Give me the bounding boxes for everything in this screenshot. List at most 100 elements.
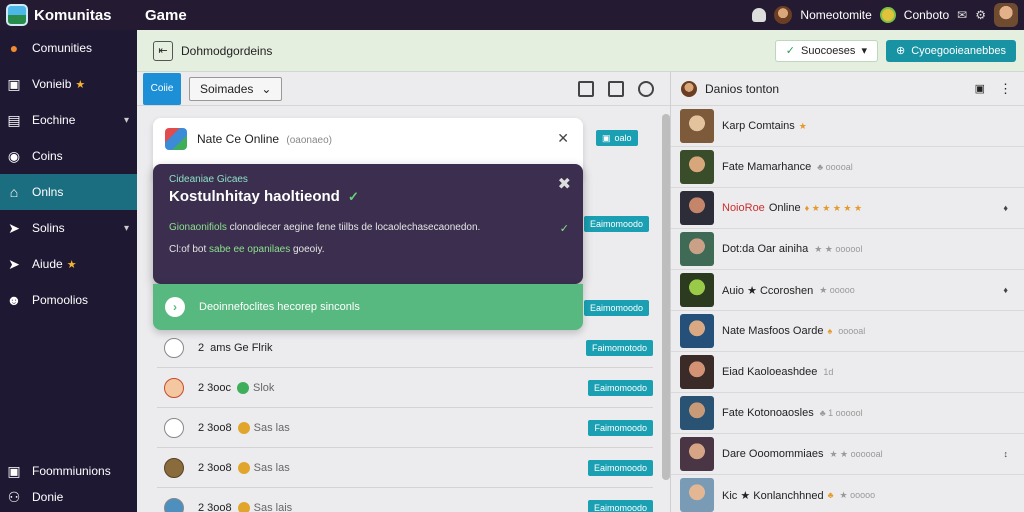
row-tag: Sas lais [253, 501, 293, 512]
refresh-icon[interactable] [638, 80, 654, 97]
game-icon [165, 128, 187, 150]
friend-meta: ★ ★ oooool [814, 243, 863, 254]
brand[interactable]: Komunitas [0, 4, 137, 26]
avatar [680, 355, 714, 389]
user-avatar[interactable] [994, 3, 1018, 27]
sidebar-item-3[interactable]: ◉ Coins [0, 138, 137, 174]
settings-icon[interactable]: ⚙ [975, 8, 986, 22]
row-tag: Sas las [253, 421, 290, 434]
friend-name: Dot:da Oar ainiha [722, 243, 809, 255]
avatar [680, 396, 714, 430]
friend-meta: ★ ★ oooooal [829, 448, 883, 459]
table-row[interactable]: 2 3ooc Slok Eaimomoodo [157, 368, 653, 408]
arrow-icon[interactable]: ♦ [1003, 285, 1008, 295]
table-row[interactable]: 2 3oo8 Sas las Eaimomoodo [157, 448, 653, 488]
sidebar-item-4[interactable]: ⌂ Onlns [0, 174, 137, 210]
notice-highlight[interactable]: Gionaonifiols [169, 222, 227, 233]
sidebar-item-1[interactable]: ▣ Vonieib ★ [0, 66, 137, 102]
arrow-icon[interactable]: ↕ [1004, 449, 1009, 459]
list-item[interactable]: NoioRoe Online ♦ ★ ★ ★ ★ ★ ♦ [671, 188, 1024, 229]
table-row[interactable]: 2 3oo8 Sas las Faimomoodo [157, 408, 653, 448]
envelope-icon[interactable]: ✉ [957, 8, 967, 22]
sidebar-item-label: Comunities [32, 41, 93, 55]
friend-meta: ★ ooooo [839, 489, 876, 500]
success-button[interactable]: ✓ Suocoeses ▾ [774, 39, 878, 62]
bookmark-icon: ▣ [7, 75, 21, 92]
avatar [680, 150, 714, 184]
list-item[interactable]: Dot:da Oar ainiha ★ ★ oooool [671, 229, 1024, 270]
arrow-icon[interactable]: ♦ [1003, 203, 1008, 213]
sidebar-item-2[interactable]: ▤ Eochine ▾ [0, 102, 137, 138]
back-icon[interactable]: ⇤ [153, 40, 173, 61]
friend-name: Dare Ooomommiaes [722, 448, 824, 460]
sidebar-item-0[interactable]: ● Comunities [0, 30, 137, 66]
list-icon[interactable] [608, 80, 624, 97]
tab-active[interactable]: Coiie [143, 72, 181, 105]
page-title: Dohmodgordeins [181, 43, 273, 58]
avatar [680, 273, 714, 307]
sidebar-item-6[interactable]: ➤ Aiude ★ [0, 246, 137, 282]
scrollbar-thumb[interactable] [662, 114, 670, 480]
friend-meta: ★ ooooo [819, 284, 855, 295]
table-row[interactable]: 2 ams Ge Flrik Faimomotodo [157, 328, 653, 368]
row-action-button[interactable]: Faimomoodo [588, 419, 653, 436]
game-subtitle: (oaonaeo) [286, 135, 332, 146]
sidebar: ● Comunities ▣ Vonieib ★ ▤ Eochine ▾ ◉ Coins ⌂ Onln… [0, 30, 137, 512]
friend-status: Online [768, 202, 801, 214]
row-action-button[interactable]: Eaimomoodo [587, 459, 653, 476]
page-header: ⇤ Dohmodgordeins ✓ Suocoeses ▾ ⊕ Cyoegoo… [137, 30, 1024, 72]
avatar[interactable] [774, 6, 793, 24]
filter-select[interactable]: Soimades ⌄ [189, 76, 283, 101]
sidebar-item-5[interactable]: ➤ Solins ▾ [0, 210, 137, 246]
list-item[interactable]: Dare Ooomommiaes ★ ★ oooooal ↕ [671, 434, 1024, 475]
row-action-button[interactable]: Eaimomoodo [587, 499, 653, 512]
scrollbar[interactable] [662, 114, 670, 480]
row-number: 2 3oo8 [198, 421, 232, 434]
expand-icon[interactable]: ▣ [975, 82, 985, 95]
sidebar-item-label: Pomoolios [32, 293, 89, 307]
home-icon: ⌂ [9, 184, 19, 200]
coins-label[interactable]: Conboto [904, 8, 949, 22]
sidebar-bottom-item-0[interactable]: ▣ Foommiunions [0, 458, 137, 484]
user-label[interactable]: Nomeotomite [800, 8, 871, 22]
more-icon[interactable]: ⋮ [999, 81, 1012, 97]
list-item[interactable]: Fate Mamarhance ♣ ooooal [671, 147, 1024, 188]
friend-name: Nate Masfoos Oarde [722, 325, 824, 337]
list-item[interactable]: Nate Masfoos Oarde ♠ ooooal [671, 311, 1024, 352]
list-item[interactable]: Auio ★ Ccoroshen ★ ooooo ♦ [671, 270, 1024, 311]
row-action-button[interactable]: Eaimomoodo [584, 216, 650, 232]
status-chip[interactable]: ▣ oalo [596, 130, 638, 146]
coin-icon [237, 381, 250, 394]
globe-icon: ● [9, 40, 19, 56]
row-action-button[interactable]: Eaimomoodo [587, 379, 653, 396]
grid-icon[interactable] [578, 80, 594, 97]
primary-action-button[interactable]: ⊕ Cyoegooieanebbes [885, 39, 1016, 62]
chevron-down-icon: ▾ [861, 45, 867, 57]
top-right-group: Nomeotomite Conboto ✉ ⚙ [752, 3, 1024, 27]
row-number: 2 3oo8 [198, 461, 232, 474]
game-icon [164, 417, 184, 438]
sidebar-item-label: Coins [32, 149, 63, 163]
notice-text: goeoiy. [293, 244, 325, 255]
success-toast[interactable]: › Deoinnefoclites hecorep sinconls [153, 284, 583, 330]
check-circle-icon: ✓ [348, 189, 359, 204]
pawn-icon[interactable] [752, 8, 767, 22]
sidebar-item-7[interactable]: ☻ Pomoolios [0, 282, 137, 318]
sidebar-bottom-item-1[interactable]: ⚇ Donie [0, 484, 137, 510]
close-icon[interactable]: ✖ [558, 174, 571, 194]
notice-link[interactable]: sabe ee opanilaes [209, 244, 290, 255]
notice-body-line1: Gionaonifiols clonodiecer aegine fene ti… [169, 222, 559, 233]
list-item[interactable]: Fate Kotonoaosles ♣ 1 oooool [671, 393, 1024, 434]
list-item[interactable]: Kic ★ Konlanchhned ♣ ★ ooooo [671, 475, 1024, 512]
sidebar-item-label: Eochine [32, 113, 76, 127]
row-action-button[interactable]: Eaimomoodo [584, 300, 650, 316]
sidebar-item-label: Solins [32, 221, 65, 235]
row-action-button[interactable]: Faimomotodo [585, 339, 653, 356]
list-item[interactable]: Karp Comtains ★ [671, 106, 1024, 147]
list-item[interactable]: Eiad Kaoloeashdee 1d [671, 352, 1024, 393]
coin-icon: ◉ [7, 147, 21, 164]
filter-select-value: Soimades [200, 81, 254, 96]
table-row[interactable]: 2 3oo8 Sas lais Eaimomoodo [157, 488, 653, 512]
close-icon[interactable]: ✕ [557, 130, 569, 147]
friend-name: NoioRoe [722, 202, 765, 214]
